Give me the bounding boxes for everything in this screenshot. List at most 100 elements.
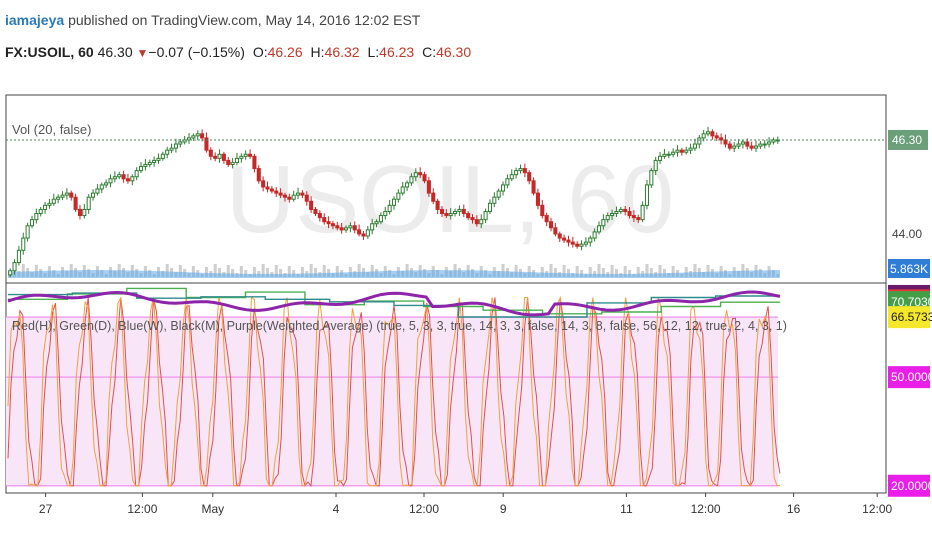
candle-body (86, 196, 91, 210)
candle-body (374, 221, 379, 225)
candle-body (640, 204, 645, 221)
candle-body (274, 190, 279, 194)
candle-body (160, 153, 165, 159)
high-label: H: (310, 44, 325, 60)
candle-body (326, 221, 331, 225)
chart-area[interactable]: USOIL, 60 Vol (20, false) Red(H), Green(… (0, 92, 932, 550)
candle-body (143, 163, 148, 168)
candle-body (300, 192, 305, 196)
candle-body (64, 192, 69, 196)
candle-body (418, 172, 423, 176)
candle-body (753, 145, 759, 149)
time-tick-label: 12:00 (127, 502, 157, 516)
candle-body (592, 231, 597, 239)
candle-body (287, 196, 292, 200)
candle-body (56, 196, 61, 200)
candle-body (679, 149, 684, 153)
candle-body (706, 131, 711, 135)
price-change: −0.07 (−0.15%) (148, 44, 245, 60)
oscillator-band (6, 317, 778, 486)
candle-body (575, 243, 580, 247)
candle-body (29, 219, 35, 227)
candle-body (165, 149, 170, 155)
candle-body (339, 227, 344, 231)
candle-body (448, 213, 453, 217)
time-tick-label: 9 (500, 502, 507, 516)
candle-body (391, 198, 397, 206)
chart-svg[interactable]: USOIL, 60 Vol (20, false) Red(H), Green(… (0, 92, 932, 550)
candle-body (527, 172, 532, 182)
down-arrow-icon: ▼ (136, 46, 149, 60)
candle-body (156, 157, 161, 161)
candle-body (348, 225, 353, 229)
candle-body (505, 178, 510, 186)
candle-body (509, 174, 514, 180)
candle-body (73, 196, 78, 210)
candle-body (282, 194, 287, 198)
candle-body (692, 143, 697, 149)
candle-body (496, 190, 501, 198)
price-axis[interactable]: 44.0046.305.863K72.421271.202970.703066.… (885, 95, 932, 497)
candle-body (330, 223, 335, 227)
candle-body (479, 219, 484, 225)
candle-body (38, 208, 43, 215)
symbol-name: FX:USOIL, 60 (5, 44, 94, 60)
candle-body (457, 208, 462, 212)
candle-body (51, 198, 56, 204)
candle-body (383, 210, 388, 217)
candle-body (596, 225, 602, 233)
candle-body (213, 155, 218, 159)
candle-body (169, 147, 174, 151)
candle-body (557, 233, 562, 239)
candle-body (178, 141, 183, 145)
candle-body (269, 188, 274, 192)
candle-body (291, 194, 296, 200)
candle-body (435, 200, 440, 210)
candle-body (221, 153, 226, 161)
candle-body (8, 270, 13, 276)
volume-study-label[interactable]: Vol (20, false) (12, 122, 92, 137)
candle-body (466, 213, 471, 219)
candle-body (714, 135, 719, 139)
candle-body (736, 143, 741, 147)
high-value: 46.32 (324, 44, 360, 60)
candle-body (518, 168, 523, 172)
candle-body (767, 141, 772, 145)
candle-body (610, 213, 615, 217)
open-label: O: (252, 44, 268, 60)
time-axis[interactable]: 27 12:00 May 4 12:00 9 11 12:00 16 12:00 (39, 493, 893, 516)
candle-body (335, 225, 340, 229)
candle-body (553, 227, 558, 235)
published-text: published on TradingView.com, May 14, 20… (68, 12, 421, 28)
candle-body (16, 249, 21, 264)
candle-body (304, 194, 309, 202)
candle-body (588, 237, 593, 243)
candle-body (243, 153, 248, 157)
candle-body (422, 174, 427, 182)
candle-body (666, 153, 671, 156)
candle-body (562, 237, 567, 241)
candle-body (396, 192, 401, 200)
oscillator-study-label[interactable]: Red(H), Green(D), Blue(W), Black(M), Pur… (12, 319, 787, 333)
author-name[interactable]: iamajeya (5, 12, 64, 28)
candle-body (727, 143, 732, 149)
candle-body (99, 184, 104, 190)
candle-body (112, 176, 117, 180)
candle-body (117, 174, 122, 178)
price-tick-label: 44.00 (892, 227, 922, 241)
candle-body (130, 176, 135, 182)
candle-body (444, 213, 449, 217)
candle-body (309, 200, 314, 210)
candle-body (470, 217, 475, 221)
candle-body (636, 217, 641, 221)
candle-body (43, 204, 48, 210)
candle-body (688, 147, 693, 151)
candle-body (548, 221, 554, 229)
candle-body (21, 237, 26, 251)
candle-body (605, 215, 610, 221)
candle-body (514, 170, 519, 176)
publish-line: iamajeya published on TradingView.com, M… (5, 12, 420, 28)
candle-body (631, 215, 636, 219)
candle-body (535, 192, 540, 206)
candle-body (173, 143, 178, 149)
